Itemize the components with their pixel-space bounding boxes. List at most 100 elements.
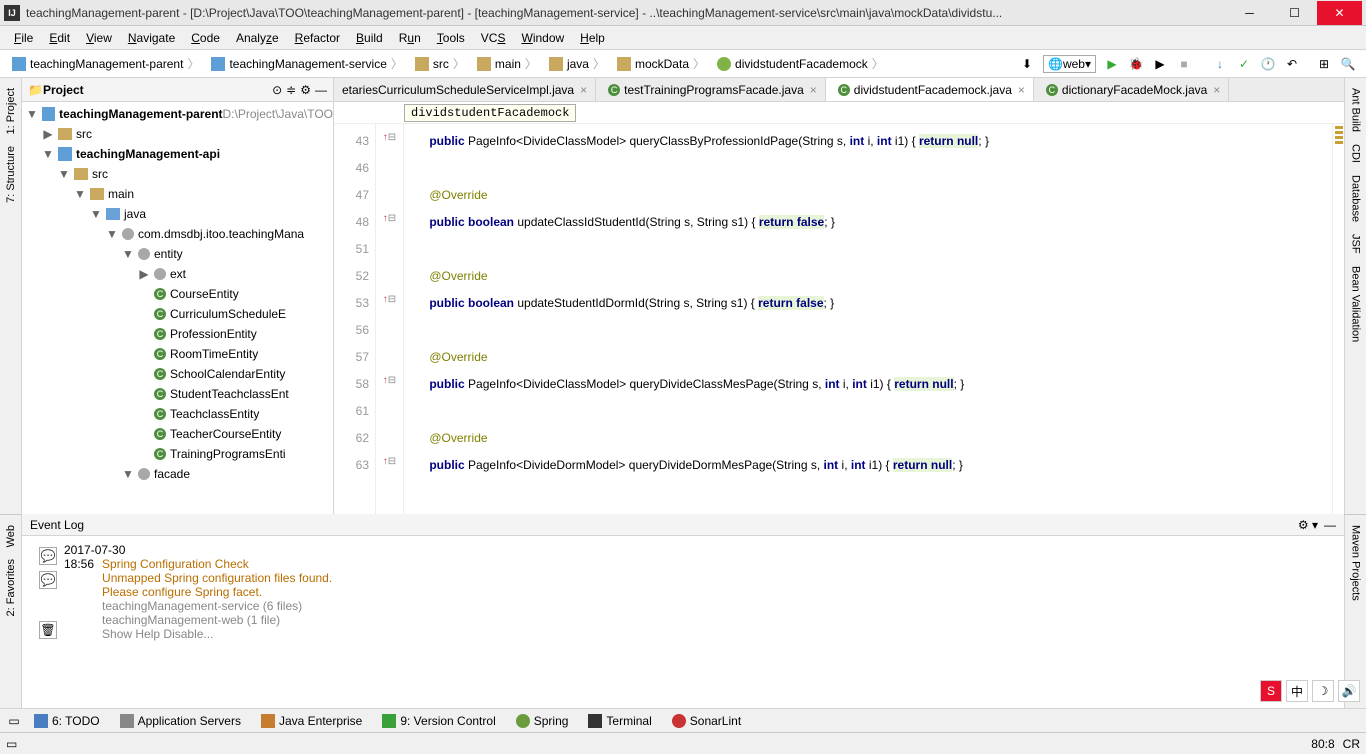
menu-run[interactable]: Run — [391, 31, 429, 45]
vcs-history-button[interactable]: 🕐 — [1258, 54, 1278, 74]
balloon-icon[interactable]: 💬 — [39, 547, 57, 565]
tool-structure[interactable]: 7: Structure — [5, 140, 17, 209]
menu-analyze[interactable]: Analyze — [228, 31, 287, 45]
tree-root[interactable]: ▼teachingManagement-parent D:\Project\Ja… — [22, 104, 333, 124]
run-config-selector[interactable]: 🌐 web ▾ — [1043, 55, 1096, 73]
menu-window[interactable]: Window — [513, 31, 572, 45]
tree-item[interactable]: ▶ext — [22, 264, 333, 284]
code-content[interactable]: public PageInfo<DivideClassModel> queryC… — [404, 124, 1332, 514]
hide-button[interactable]: — — [1324, 518, 1336, 532]
crumb-java[interactable]: java — [543, 55, 611, 72]
clear-icon[interactable]: 🗑 — [39, 621, 57, 639]
maximize-button[interactable]: ☐ — [1272, 1, 1317, 25]
menu-tools[interactable]: Tools — [429, 31, 473, 45]
crumb-src[interactable]: src — [409, 55, 471, 72]
close-button[interactable]: ✕ — [1317, 1, 1362, 25]
scope-selector[interactable]: ⊙ — [272, 83, 282, 97]
tree-item[interactable]: CCurriculumScheduleE — [22, 304, 333, 324]
project-structure-button[interactable]: ⊞ — [1314, 54, 1334, 74]
build-button[interactable]: ⬇ — [1017, 54, 1037, 74]
tool-database[interactable]: Database — [1350, 169, 1362, 228]
tree-item[interactable]: ▼entity — [22, 244, 333, 264]
menu-refactor[interactable]: Refactor — [287, 31, 348, 45]
code-editor[interactable]: 43464748515253565758616263 ↑⊟ ↑⊟ ↑⊟ ↑⊟ ↑… — [334, 124, 1344, 514]
tool-project[interactable]: 1: Project — [5, 82, 17, 140]
tree-item[interactable]: CRoomTimeEntity — [22, 344, 333, 364]
tool-javaee[interactable]: Java Enterprise — [253, 714, 370, 728]
tree-item[interactable]: ▼java — [22, 204, 333, 224]
tab-2[interactable]: CdividstudentFacademock.java× — [826, 78, 1034, 101]
project-tree[interactable]: ▼teachingManagement-parent D:\Project\Ja… — [22, 102, 333, 514]
tool-ant[interactable]: Ant Build — [1350, 82, 1362, 138]
vcs-revert-button[interactable]: ↶ — [1282, 54, 1302, 74]
tool-terminal[interactable]: Terminal — [580, 714, 659, 728]
lang-icon[interactable]: 中 — [1286, 680, 1308, 702]
tool-sonar[interactable]: SonarLint — [664, 714, 749, 728]
status-icon[interactable]: ▭ — [6, 737, 17, 751]
vcs-commit-button[interactable]: ✓ — [1234, 54, 1254, 74]
close-icon[interactable]: × — [810, 83, 817, 97]
tab-0[interactable]: etariesCurriculumScheduleServiceImpl.jav… — [334, 78, 596, 101]
moon-icon[interactable]: ☽ — [1312, 680, 1334, 702]
crumb-main[interactable]: main — [471, 55, 543, 72]
tool-bean[interactable]: Bean Validation — [1350, 260, 1362, 348]
search-button[interactable]: 🔍 — [1338, 54, 1358, 74]
tree-item[interactable]: CTeachclassEntity — [22, 404, 333, 424]
tool-spring[interactable]: Spring — [508, 714, 577, 728]
crumb-class[interactable]: dividstudentFacademock — [711, 55, 890, 72]
tree-item[interactable]: ▼facade — [22, 464, 333, 484]
tool-jsf[interactable]: JSF — [1350, 228, 1362, 260]
menu-file[interactable]: File — [6, 31, 41, 45]
menu-edit[interactable]: Edit — [41, 31, 78, 45]
tool-appservers[interactable]: Application Servers — [112, 714, 249, 728]
tool-todo[interactable]: 6: TODO — [26, 714, 108, 728]
tree-item[interactable]: ▶src — [22, 124, 333, 144]
crumb-service[interactable]: teachingManagement-service — [205, 55, 408, 72]
volume-icon[interactable]: 🔊 — [1338, 680, 1360, 702]
tree-item[interactable]: CTeacherCourseEntity — [22, 424, 333, 444]
hide-button[interactable]: — — [315, 83, 327, 97]
tree-item[interactable]: ▼main — [22, 184, 333, 204]
tool-maven[interactable]: Maven Projects — [1350, 519, 1362, 607]
mark-read-icon[interactable]: 💬 — [39, 571, 57, 589]
menu-help[interactable]: Help — [572, 31, 613, 45]
collapse-all-button[interactable]: ≑ — [286, 83, 296, 97]
tab-1[interactable]: CtestTrainingProgramsFacade.java× — [596, 78, 826, 101]
error-stripe[interactable] — [1332, 124, 1344, 514]
close-icon[interactable]: × — [580, 83, 587, 97]
tree-item[interactable]: CProfessionEntity — [22, 324, 333, 344]
settings-icon[interactable]: ⚙ ▾ — [1298, 518, 1318, 532]
tree-item[interactable]: CTrainingProgramsEnti — [22, 444, 333, 464]
tool-favorites[interactable]: 2: Favorites — [5, 553, 17, 622]
tree-item[interactable]: ▼teachingManagement-api — [22, 144, 333, 164]
tree-item[interactable]: CSchoolCalendarEntity — [22, 364, 333, 384]
menu-navigate[interactable]: Navigate — [120, 31, 183, 45]
tool-cdi[interactable]: CDI — [1350, 138, 1362, 169]
vcs-update-button[interactable]: ↓ — [1210, 54, 1230, 74]
tab-3[interactable]: CdictionaryFacadeMock.java× — [1034, 78, 1229, 101]
tool-web[interactable]: Web — [5, 519, 17, 553]
menu-view[interactable]: View — [78, 31, 120, 45]
tree-item[interactable]: ▼com.dmsdbj.itoo.teachingMana — [22, 224, 333, 244]
crumb-class[interactable]: dividstudentFacademock — [404, 104, 576, 122]
menu-code[interactable]: Code — [183, 31, 228, 45]
menu-vcs[interactable]: VCS — [473, 31, 514, 45]
close-icon[interactable]: × — [1018, 83, 1025, 97]
stop-button[interactable]: ■ — [1174, 54, 1194, 74]
settings-icon[interactable]: ⚙ — [300, 83, 311, 97]
menu-build[interactable]: Build — [348, 31, 391, 45]
coverage-button[interactable]: ▶ — [1150, 54, 1170, 74]
minimize-button[interactable]: ─ — [1227, 1, 1272, 25]
tree-item[interactable]: CCourseEntity — [22, 284, 333, 304]
tool-vcs[interactable]: 9: Version Control — [374, 714, 503, 728]
debug-button[interactable]: 🐞 — [1126, 54, 1146, 74]
tree-item[interactable]: ▼src — [22, 164, 333, 184]
event-action[interactable]: Show Help Disable... — [102, 627, 332, 641]
close-icon[interactable]: × — [1213, 83, 1220, 97]
run-button[interactable]: ▶ — [1102, 54, 1122, 74]
tree-item[interactable]: CStudentTeachclassEnt — [22, 384, 333, 404]
ime-icon[interactable]: S — [1260, 680, 1282, 702]
crumb-mockdata[interactable]: mockData — [611, 55, 711, 72]
crumb-project[interactable]: teachingManagement-parent — [6, 55, 205, 72]
tool-window-button[interactable]: ▭ — [6, 714, 22, 728]
